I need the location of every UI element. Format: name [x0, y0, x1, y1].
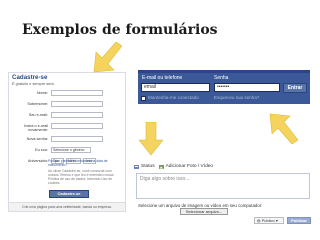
password-row: Nova senha: — [12, 135, 124, 146]
arrow-down-icon — [139, 122, 163, 156]
email-confirm-input[interactable] — [51, 123, 103, 129]
post-textarea[interactable]: Diga algo sobre isso... — [136, 173, 310, 199]
signup-title: Cadastre-se — [12, 74, 48, 81]
status-icon — [134, 164, 139, 169]
new-password-input[interactable] — [51, 136, 103, 142]
email-confirm-label: Insira o e-mail novamente: — [24, 124, 48, 133]
login-email-label: E-mail ou telefone — [142, 75, 183, 81]
tab-status-label: Status — [141, 164, 155, 169]
gender-row: Eu sou: Selecione o gênero: — [12, 146, 124, 157]
email-input[interactable] — [51, 112, 103, 118]
terms-text: Ao clicar Cadastre-se, você concorda com… — [48, 169, 114, 185]
birthday-label: Aniversário: — [27, 159, 48, 163]
last-name-input[interactable] — [51, 101, 103, 107]
post-tabs: Status Adicionar Foto / Vídeo — [134, 162, 213, 171]
signup-panel: Cadastre-se É gratuito e sempre será. No… — [8, 72, 126, 212]
login-password-input[interactable]: ••••••• — [214, 83, 280, 92]
gender-select[interactable]: Selecione o gênero: — [51, 147, 91, 153]
tab-status[interactable]: Status — [134, 164, 155, 169]
login-password-label: Senha — [214, 75, 229, 81]
password-label: Nova senha: — [26, 137, 48, 141]
arrow-down-left-icon — [93, 42, 123, 73]
chevron-down-icon: ▾ — [274, 218, 278, 223]
signup-subtitle: É gratuito e sempre será. — [12, 82, 55, 86]
publish-button[interactable]: Publicar — [287, 217, 311, 224]
email-label: Seu e-mail: — [28, 113, 48, 117]
login-bar: E-mail ou telefone Senha email ••••••• E… — [138, 70, 310, 104]
first-name-row: Nome: — [12, 89, 124, 100]
last-name-row: Sobrenome: — [12, 100, 124, 111]
last-name-label: Sobrenome: — [27, 102, 48, 106]
privacy-selector[interactable]: ◍ Público ▾ — [254, 217, 284, 224]
signup-form: Nome: Sobrenome: Seu e-mail: Insira o e-… — [12, 89, 124, 168]
email-row: Seu e-mail: — [12, 111, 124, 122]
signup-footer[interactable]: Crie uma página para uma celebridade, ba… — [9, 202, 125, 211]
first-name-label: Nome: — [36, 91, 48, 95]
why-birthday-link[interactable]: Por que preciso informar minha data de n… — [48, 159, 118, 167]
tab-add-photo-video-label: Adicionar Foto / Vídeo — [165, 164, 214, 169]
remember-me-label: Mantenha-me conectado — [148, 95, 199, 100]
photo-icon — [158, 164, 164, 169]
remember-me-checkbox[interactable] — [141, 96, 146, 101]
first-name-input[interactable] — [51, 90, 103, 96]
gender-label: Eu sou: — [35, 148, 48, 152]
email-confirm-row: Insira o e-mail novamente: — [12, 122, 124, 135]
login-button[interactable]: Entrar — [283, 83, 307, 93]
arrow-up-left-icon — [269, 113, 299, 144]
post-composer: Status Adicionar Foto / Vídeo Diga algo … — [134, 162, 312, 224]
signup-button[interactable]: Cadastre-se — [49, 190, 89, 198]
privacy-label: Público — [261, 218, 275, 223]
forgot-password-link[interactable]: Esqueceu sua senha? — [214, 95, 259, 100]
login-email-input[interactable]: email — [141, 83, 210, 92]
tab-add-photo-video[interactable]: Adicionar Foto / Vídeo — [158, 164, 214, 169]
file-select-button[interactable]: Selecionar arquivo... — [180, 208, 228, 215]
slide-title: Exemplos de formulários — [22, 22, 218, 38]
